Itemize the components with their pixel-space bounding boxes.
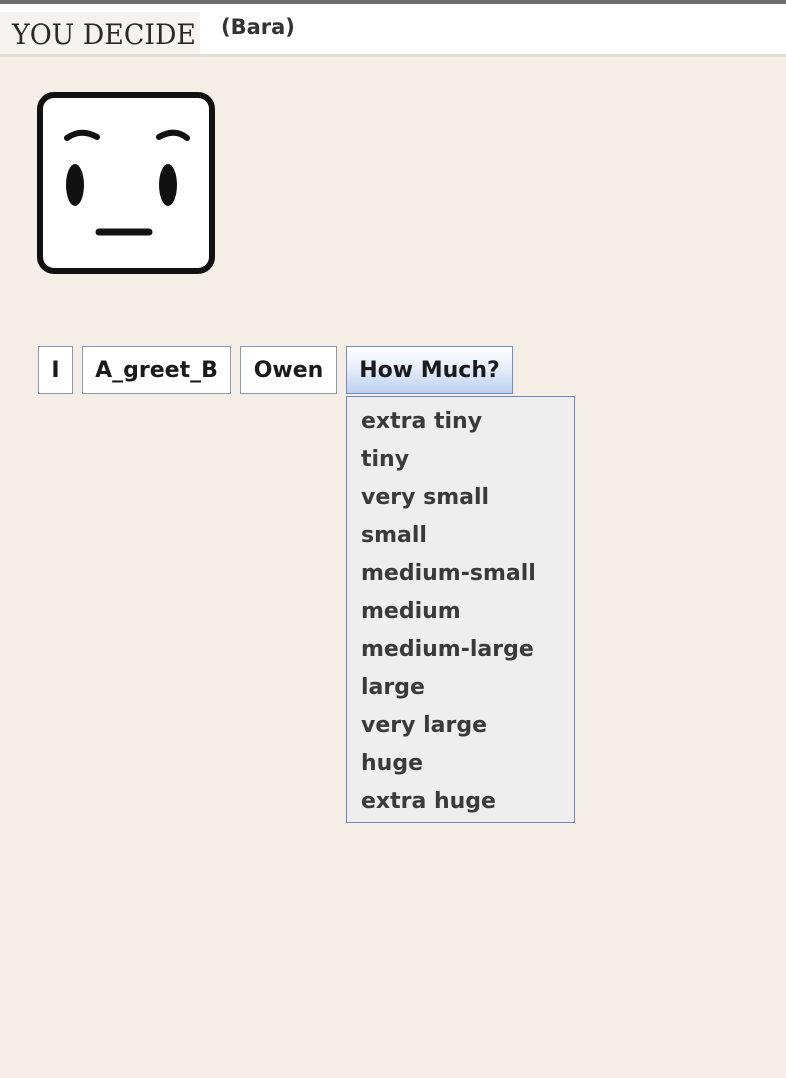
svg-text:YOU DECIDE: YOU DECIDE: [11, 18, 196, 51]
player-name: (Bara): [221, 15, 295, 39]
dropdown-option-medium-large[interactable]: medium-large: [347, 631, 574, 669]
word-button-object[interactable]: Owen: [240, 346, 337, 394]
neutral-face-icon: [35, 90, 217, 280]
header-bar: YOU DECIDE (Bara): [0, 4, 786, 57]
word-button-verb[interactable]: A_greet_B: [82, 346, 231, 394]
how-much-dropdown-button[interactable]: How Much?: [346, 346, 513, 394]
dropdown-option-extra-huge[interactable]: extra huge: [347, 783, 574, 821]
dropdown-option-extra-tiny[interactable]: extra tiny: [347, 403, 574, 441]
dropdown-option-very-large[interactable]: very large: [347, 707, 574, 745]
dropdown-option-large[interactable]: large: [347, 669, 574, 707]
dropdown-option-medium[interactable]: medium: [347, 593, 574, 631]
dropdown-option-huge[interactable]: huge: [347, 745, 574, 783]
dropdown-option-very-small[interactable]: very small: [347, 479, 574, 517]
dropdown-option-small[interactable]: small: [347, 517, 574, 555]
dropdown-option-tiny[interactable]: tiny: [347, 441, 574, 479]
logo-wordmark: YOU DECIDE: [11, 18, 196, 51]
how-much-dropdown-menu: extra tiny tiny very small small medium-…: [346, 396, 575, 823]
app-logo: YOU DECIDE: [0, 12, 200, 54]
dropdown-option-medium-small[interactable]: medium-small: [347, 555, 574, 593]
word-button-subject[interactable]: I: [38, 346, 73, 394]
